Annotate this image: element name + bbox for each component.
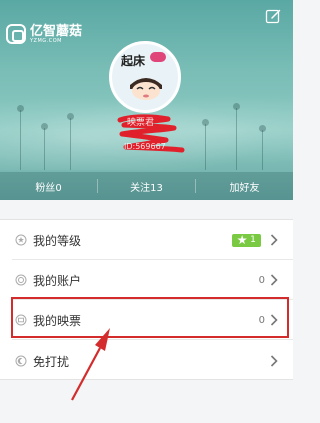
stat-following[interactable]: 关注13 bbox=[98, 179, 195, 194]
plant-stem bbox=[262, 130, 263, 170]
plant-bloom bbox=[233, 103, 240, 110]
menu-item-do-not-disturb[interactable]: 免打扰 bbox=[0, 341, 293, 381]
menu-item-account[interactable]: 我的账户 0 bbox=[0, 260, 293, 300]
chevron-right-icon bbox=[270, 234, 278, 246]
plant-bloom bbox=[202, 119, 209, 126]
menu-item-label: 免打扰 bbox=[33, 354, 70, 369]
coin-circle-icon bbox=[15, 274, 27, 286]
brand-domain: YZMG.COM bbox=[30, 37, 62, 44]
plant-stem bbox=[236, 108, 237, 170]
stat-followers-label: 粉丝 bbox=[35, 182, 56, 194]
menu-item-label: 我的等级 bbox=[33, 233, 82, 248]
cartoon-face-icon bbox=[130, 78, 162, 100]
plant-stem bbox=[205, 124, 206, 170]
edit-icon[interactable] bbox=[265, 8, 281, 24]
star-outline-icon bbox=[237, 235, 247, 245]
plant-bloom bbox=[17, 105, 24, 112]
profile-header: 亿智蘑菇 YZMG.COM 起床 映票君 ID:569667 粉丝0 关注13 bbox=[0, 0, 293, 200]
plant-stem bbox=[44, 128, 45, 170]
logo-mark-icon bbox=[6, 24, 26, 44]
moon-circle-icon bbox=[15, 355, 27, 367]
brand-name: 亿智蘑菇 bbox=[30, 23, 83, 39]
brand-logo: 亿智蘑菇 YZMG.COM bbox=[6, 22, 82, 46]
stat-following-label: 关注 bbox=[130, 182, 151, 194]
menu-item-label: 我的账户 bbox=[33, 273, 82, 288]
stat-followers[interactable]: 粉丝0 bbox=[0, 179, 97, 194]
stats-bar: 粉丝0 关注13 加好友 bbox=[0, 172, 293, 200]
stat-followers-value: 0 bbox=[55, 182, 62, 194]
level-badge: 1 bbox=[232, 233, 261, 247]
plant-stem bbox=[20, 110, 21, 170]
level-value: 1 bbox=[250, 235, 256, 245]
stat-add-friend[interactable]: 加好友 bbox=[196, 179, 293, 194]
chevron-right-icon bbox=[270, 274, 278, 286]
plant-stem bbox=[70, 118, 71, 170]
user-id: ID:569667 bbox=[124, 142, 166, 151]
stat-following-value: 13 bbox=[150, 182, 163, 194]
plant-bloom bbox=[259, 125, 266, 132]
stat-add-friend-label: 加好友 bbox=[229, 182, 260, 194]
star-circle-icon bbox=[15, 234, 27, 246]
logo-text: 亿智蘑菇 YZMG.COM bbox=[30, 25, 82, 44]
avatar[interactable]: 起床 bbox=[109, 41, 181, 113]
avatar-sticker bbox=[150, 52, 166, 62]
chevron-right-icon bbox=[270, 355, 278, 367]
menu-item-level[interactable]: 我的等级 1 bbox=[0, 220, 293, 260]
row-divider bbox=[12, 339, 293, 340]
avatar-caption: 起床 bbox=[121, 54, 146, 68]
account-value: 0 bbox=[258, 274, 265, 286]
plant-bloom bbox=[67, 113, 74, 120]
plant-bloom bbox=[41, 123, 48, 130]
username: 映票君 bbox=[127, 118, 155, 128]
highlight-box bbox=[11, 297, 289, 338]
